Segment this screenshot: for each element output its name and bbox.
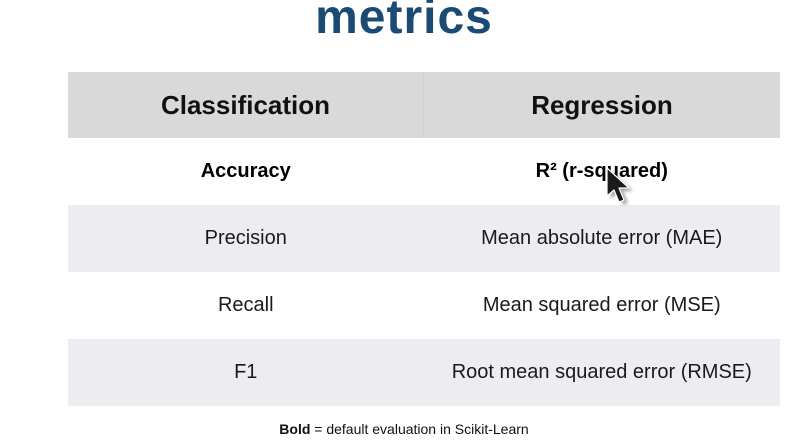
footnote-text: = default evaluation in Scikit-Learn — [310, 421, 529, 437]
classification-metric-cell: F1 — [68, 339, 424, 406]
regression-metric-cell: Mean absolute error (MAE) — [423, 205, 780, 272]
classification-metric-cell: Precision — [68, 205, 424, 272]
table-row: F1 Root mean squared error (RMSE) — [68, 339, 780, 406]
table-header-row: Classification Regression — [68, 72, 780, 138]
header-classification: Classification — [68, 72, 424, 138]
table-row: Recall Mean squared error (MSE) — [68, 272, 780, 339]
regression-metric-cell: Root mean squared error (RMSE) — [423, 339, 780, 406]
regression-metric-cell: Mean squared error (MSE) — [482, 294, 721, 316]
regression-metric-cell: R² (r-squared) — [535, 160, 668, 182]
footnote-bold-word: Bold — [279, 421, 311, 437]
header-regression: Regression — [423, 72, 780, 138]
classification-metric-cell: Accuracy — [200, 160, 291, 182]
classification-metric-cell: Recall — [217, 294, 274, 316]
footnote: Bold = default evaluation in Scikit-Lear… — [0, 421, 808, 437]
table-row-default: Accuracy R² (r-squared) — [68, 138, 780, 205]
table-row: Precision Mean absolute error (MAE) — [68, 205, 780, 272]
slide-title: metrics — [315, 0, 493, 44]
metrics-table: Classification Regression Accuracy R² (r… — [68, 72, 780, 406]
